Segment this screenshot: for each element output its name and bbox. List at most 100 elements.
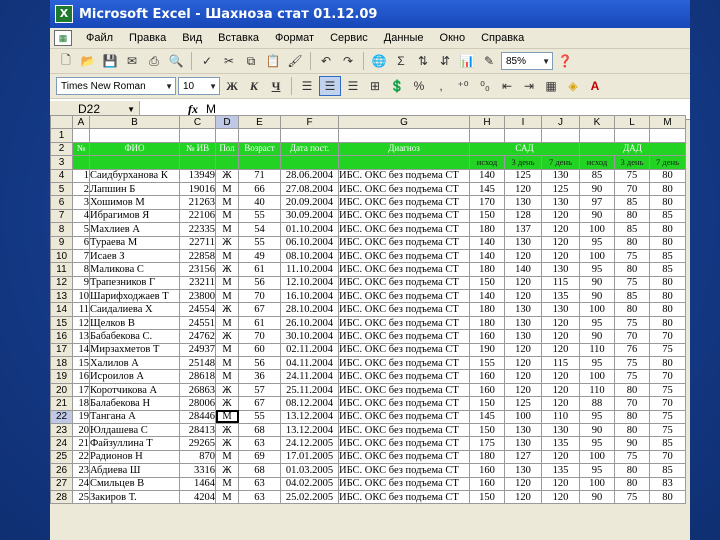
row-header[interactable]: 18 xyxy=(50,356,73,371)
menu-window[interactable]: Окно xyxy=(432,32,474,44)
cell-ib[interactable]: 22106 xyxy=(179,208,216,224)
cell-value[interactable]: 85 xyxy=(649,262,686,277)
row-header[interactable]: 8 xyxy=(50,222,73,237)
cell-sex[interactable]: Ж xyxy=(215,262,239,277)
copy-icon[interactable]: ⧉ xyxy=(241,52,261,70)
cell-sex[interactable]: Ж xyxy=(215,422,239,438)
column-header-M[interactable]: M xyxy=(649,114,686,130)
cell-value[interactable]: 75 xyxy=(614,315,650,331)
cell-diagnosis[interactable]: ИБС. ОКС без подъема СТ xyxy=(338,222,470,237)
cell-value[interactable]: 75 xyxy=(614,356,650,371)
column-header-B[interactable]: B xyxy=(89,114,180,130)
cell-value[interactable]: 90 xyxy=(614,436,650,451)
cell-value[interactable]: 85 xyxy=(614,289,650,304)
cell-value[interactable]: 85 xyxy=(649,436,686,451)
undo-icon[interactable]: ↶ xyxy=(316,52,336,70)
cell-fio[interactable]: Саидалиева Х xyxy=(89,302,180,317)
cell-value[interactable]: 80 xyxy=(614,302,650,317)
cell-age[interactable]: 61 xyxy=(238,315,281,331)
cell-sex[interactable]: Ж xyxy=(215,302,239,317)
cell-value[interactable]: 130 xyxy=(541,262,580,277)
cell-value[interactable]: 75 xyxy=(614,489,650,505)
cell-ib[interactable]: 22335 xyxy=(179,222,216,237)
cell-value[interactable]: 137 xyxy=(504,222,542,237)
cell-value[interactable]: 130 xyxy=(541,168,580,183)
cell-value[interactable]: 160 xyxy=(469,463,505,478)
row-header[interactable]: 3 xyxy=(50,155,73,170)
cell-value[interactable]: 75 xyxy=(614,369,650,384)
cell-sex[interactable]: М xyxy=(215,222,239,237)
increase-decimal-icon[interactable]: ⁺⁰ xyxy=(453,77,473,95)
cell-value[interactable]: 130 xyxy=(504,436,542,451)
cell-value[interactable]: 80 xyxy=(614,208,650,224)
cell-num[interactable]: 8 xyxy=(72,262,90,277)
cell-ib[interactable]: 22858 xyxy=(179,248,216,264)
menu-tools[interactable]: Сервис xyxy=(322,32,376,44)
cell-age[interactable]: 66 xyxy=(238,181,281,197)
cell-value[interactable]: 120 xyxy=(541,369,580,384)
drawing-icon[interactable]: ✎ xyxy=(479,52,499,70)
cell-value[interactable]: 110 xyxy=(579,342,615,358)
cell-value[interactable]: 80 xyxy=(649,181,686,197)
cell-value[interactable]: 70 xyxy=(649,369,686,384)
cell-value[interactable]: 125 xyxy=(504,396,542,411)
row-header[interactable]: 13 xyxy=(50,289,73,304)
cell-sex[interactable]: М xyxy=(215,248,239,264)
cell-value[interactable]: 150 xyxy=(469,396,505,411)
cell-num[interactable]: 19 xyxy=(72,409,90,424)
cell-num[interactable]: 5 xyxy=(72,222,90,237)
cell-value[interactable]: 90 xyxy=(579,489,615,505)
cell-value[interactable]: 120 xyxy=(541,208,580,224)
cell-diagnosis[interactable]: ИБС. ОКС без подъема СТ xyxy=(338,289,470,304)
cell-date[interactable]: 08.10.2004 xyxy=(280,248,339,264)
cell[interactable] xyxy=(649,128,686,143)
row-header[interactable]: 6 xyxy=(50,195,73,210)
cell-num[interactable]: 20 xyxy=(72,422,90,438)
row-header[interactable]: 14 xyxy=(50,302,73,317)
cell-value[interactable]: 145 xyxy=(469,409,505,424)
cell-sex[interactable]: Ж xyxy=(215,235,239,250)
cell-value[interactable]: 80 xyxy=(614,463,650,478)
cell-num[interactable]: 17 xyxy=(72,382,90,398)
cell-date[interactable]: 11.10.2004 xyxy=(280,262,339,277)
menu-insert[interactable]: Вставка xyxy=(210,32,267,44)
cell-fio[interactable]: Исаев З xyxy=(89,248,180,264)
row-header[interactable]: 5 xyxy=(50,181,73,197)
permission-icon[interactable]: ✉ xyxy=(122,52,142,70)
cell-value[interactable]: 120 xyxy=(541,315,580,331)
cell[interactable] xyxy=(72,128,90,143)
cell-ib[interactable]: 22711 xyxy=(179,235,216,250)
row-header[interactable]: 10 xyxy=(50,248,73,264)
cell-ib[interactable]: 21263 xyxy=(179,195,216,210)
cell-value[interactable]: 85 xyxy=(649,463,686,478)
row-header[interactable]: 26 xyxy=(50,463,73,478)
cell-value[interactable]: 130 xyxy=(541,422,580,438)
cell-value[interactable]: 90 xyxy=(579,208,615,224)
cell-age[interactable]: 56 xyxy=(238,356,281,371)
cell-diagnosis[interactable]: ИБС. ОКС без подъема СТ xyxy=(338,396,470,411)
cell-fio[interactable]: Радионов Н xyxy=(89,449,180,465)
cell-diagnosis[interactable]: ИБС. ОКС без подъема СТ xyxy=(338,342,470,358)
cell-value[interactable]: 145 xyxy=(469,181,505,197)
column-header-D[interactable]: D xyxy=(215,114,239,130)
workbook-icon[interactable]: ▦ xyxy=(54,30,72,46)
open-icon[interactable]: 📂 xyxy=(78,52,98,70)
cell-age[interactable]: 57 xyxy=(238,382,281,398)
cell-value[interactable]: 135 xyxy=(541,289,580,304)
cell-value[interactable]: 83 xyxy=(649,476,686,491)
cell-value[interactable]: 120 xyxy=(541,489,580,505)
cell-value[interactable]: 80 xyxy=(649,302,686,317)
cell-num[interactable]: 11 xyxy=(72,302,90,317)
borders-icon[interactable]: ▦ xyxy=(541,77,561,95)
cell-value[interactable]: 110 xyxy=(541,409,580,424)
cell-age[interactable]: 60 xyxy=(238,342,281,358)
cell-fio[interactable]: Трапезников Г xyxy=(89,275,180,291)
cell[interactable] xyxy=(280,128,339,143)
cell-value[interactable]: 180 xyxy=(469,222,505,237)
cell-value[interactable]: 130 xyxy=(504,302,542,317)
cell-diagnosis[interactable]: ИБС. ОКС без подъема СТ xyxy=(338,208,470,224)
cell-num[interactable]: 22 xyxy=(72,449,90,465)
cell-value[interactable]: 135 xyxy=(541,463,580,478)
cell-sex[interactable]: М xyxy=(215,356,239,371)
cell-diagnosis[interactable]: ИБС. ОКС без подъема СТ xyxy=(338,235,470,250)
